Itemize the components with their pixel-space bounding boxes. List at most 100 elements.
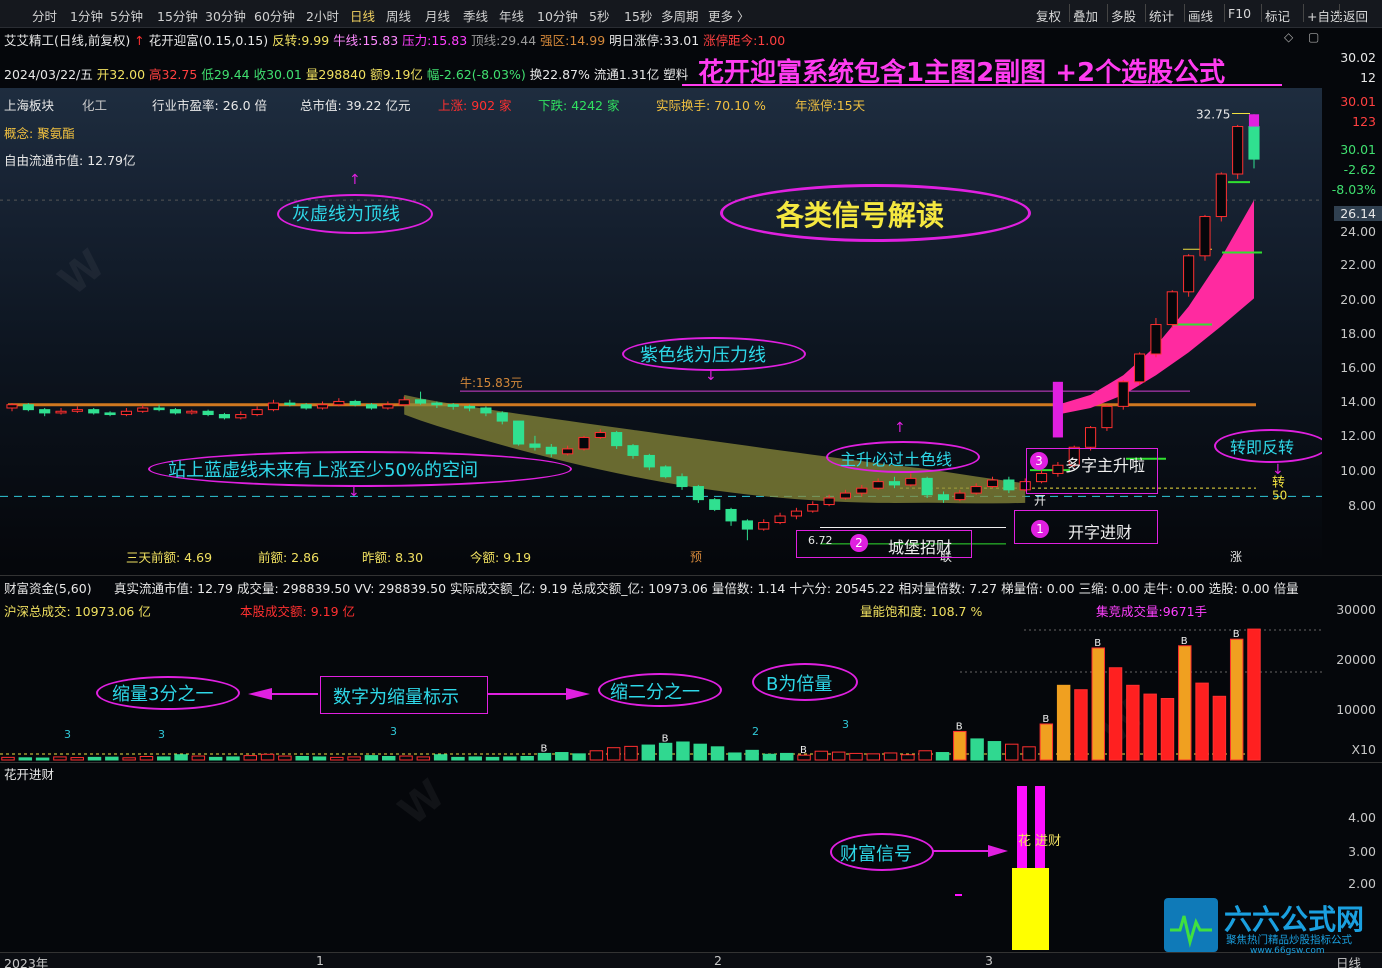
volume-bar[interactable]: [503, 756, 517, 761]
candle[interactable]: [725, 507, 737, 526]
candle[interactable]: [186, 409, 198, 415]
volume-bar[interactable]: [485, 756, 500, 761]
volume-bar[interactable]: [1074, 689, 1088, 761]
candle[interactable]: [1134, 352, 1146, 386]
candle[interactable]: [169, 408, 181, 415]
candle[interactable]: [1085, 426, 1097, 451]
candle[interactable]: [55, 408, 67, 415]
volume-bar[interactable]: [399, 755, 413, 761]
tab-9[interactable]: 月线: [425, 6, 450, 25]
candle[interactable]: [1215, 172, 1227, 222]
volume-bar[interactable]: [987, 741, 1002, 761]
tab-7[interactable]: 日线: [350, 6, 375, 25]
candle[interactable]: [807, 501, 819, 513]
tab-8[interactable]: 周线: [386, 6, 411, 25]
volume-bar[interactable]: [1229, 638, 1244, 761]
volume-bar[interactable]: [433, 754, 448, 761]
candle[interactable]: [1183, 254, 1195, 297]
tab-13[interactable]: 5秒: [589, 6, 609, 25]
tab-12[interactable]: 10分钟: [537, 6, 578, 25]
candle[interactable]: [1166, 290, 1178, 328]
candle[interactable]: [1199, 214, 1211, 261]
volume-bar[interactable]: [226, 756, 240, 761]
volume-bar[interactable]: [1039, 723, 1054, 761]
tab-2[interactable]: 5分钟: [110, 6, 143, 25]
volume-bar[interactable]: [935, 752, 950, 761]
candle[interactable]: [104, 411, 116, 417]
volume-bar[interactable]: [243, 755, 258, 761]
toolbar-button-2[interactable]: 多股: [1111, 6, 1136, 25]
candle[interactable]: [202, 409, 214, 417]
settings-icon[interactable]: ◇: [1284, 30, 1293, 44]
volume-bar[interactable]: [572, 753, 586, 761]
volume-bar[interactable]: [1247, 628, 1261, 761]
volume-bar[interactable]: [157, 756, 171, 761]
candle[interactable]: [758, 519, 770, 531]
candle[interactable]: [333, 398, 345, 407]
volume-bar[interactable]: [18, 757, 33, 761]
volume-bar[interactable]: [191, 755, 206, 761]
candle[interactable]: [71, 406, 83, 413]
volume-bar[interactable]: [70, 757, 84, 761]
volume-bar[interactable]: [901, 754, 915, 761]
volume-bar[interactable]: [1, 756, 15, 761]
volume-bar[interactable]: [1143, 693, 1157, 761]
candle[interactable]: [1150, 318, 1162, 358]
volume-bar[interactable]: [87, 756, 102, 761]
tab-4[interactable]: 30分钟: [205, 6, 246, 25]
candle[interactable]: [1117, 380, 1129, 410]
tab-11[interactable]: 年线: [499, 6, 524, 25]
toolbar-button-4[interactable]: 画线: [1188, 6, 1213, 25]
volume-bar[interactable]: [1091, 647, 1105, 761]
wealth-signal-chart[interactable]: [0, 764, 1322, 952]
volume-bar[interactable]: [555, 752, 569, 761]
volume-bar[interactable]: [953, 730, 967, 761]
candle[interactable]: [921, 476, 933, 498]
candle[interactable]: [513, 420, 525, 446]
volume-bar[interactable]: [1195, 682, 1209, 761]
volume-bar[interactable]: [416, 756, 431, 761]
volume-bar[interactable]: [35, 757, 50, 761]
toolbar-button-6[interactable]: 标记: [1265, 6, 1290, 25]
volume-bar[interactable]: [918, 750, 932, 761]
tab-14[interactable]: 15秒: [624, 6, 652, 25]
volume-bar[interactable]: [174, 754, 188, 761]
candle[interactable]: [235, 411, 247, 420]
tab-15[interactable]: 多周期: [661, 6, 699, 25]
volume-bar[interactable]: [710, 746, 725, 761]
volume-bar[interactable]: [970, 738, 984, 761]
volume-bar[interactable]: [278, 755, 292, 761]
volume-bar[interactable]: [745, 749, 759, 761]
volume-bar[interactable]: [762, 753, 777, 761]
tab-10[interactable]: 季线: [463, 6, 488, 25]
tab-16[interactable]: 更多 〉: [708, 6, 749, 25]
candle[interactable]: [709, 498, 721, 512]
volume-bar[interactable]: [883, 752, 898, 761]
volume-bar[interactable]: [624, 745, 638, 761]
volume-bar[interactable]: [312, 756, 327, 761]
volume-bar[interactable]: [139, 755, 154, 761]
volume-bar[interactable]: [849, 752, 863, 761]
volume-bar[interactable]: [208, 756, 223, 761]
candle[interactable]: [120, 408, 132, 417]
volume-bar[interactable]: [1212, 695, 1227, 761]
candle[interactable]: [22, 403, 34, 412]
candle[interactable]: [790, 507, 802, 520]
toolbar-button-0[interactable]: 复权: [1036, 6, 1061, 25]
volume-bar[interactable]: [105, 756, 119, 761]
volume-bar[interactable]: [53, 756, 67, 761]
candle[interactable]: [692, 484, 704, 503]
volume-bar[interactable]: [606, 747, 621, 761]
tab-5[interactable]: 60分钟: [254, 6, 295, 25]
volume-bar[interactable]: [641, 744, 656, 761]
volume-bar[interactable]: [814, 750, 829, 761]
volume-bar[interactable]: [589, 750, 604, 761]
volume-bar[interactable]: [122, 757, 136, 761]
candle[interactable]: [316, 401, 329, 410]
toolbar-button-7[interactable]: +自选: [1307, 6, 1342, 25]
volume-bar[interactable]: [347, 756, 361, 761]
volume-bar[interactable]: [1056, 684, 1071, 761]
candle[interactable]: [218, 412, 231, 420]
tab-0[interactable]: 分时: [32, 6, 57, 25]
collapse-icon[interactable]: ▢: [1308, 30, 1319, 44]
